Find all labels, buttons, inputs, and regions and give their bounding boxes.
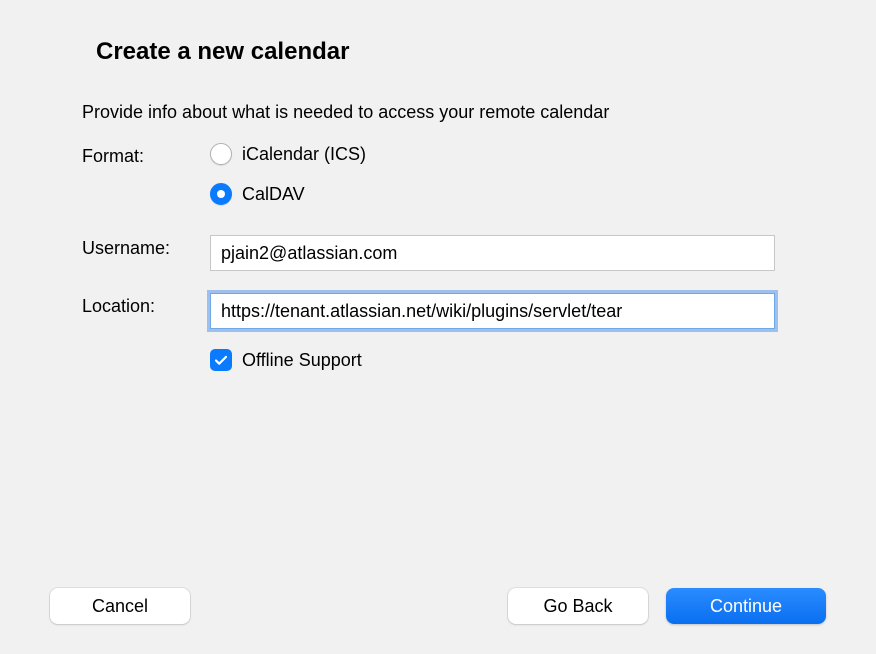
continue-button[interactable]: Continue — [666, 588, 826, 624]
username-input[interactable] — [210, 235, 775, 271]
format-label: Format: — [60, 143, 210, 167]
dialog-subtitle: Provide info about what is needed to acc… — [82, 102, 816, 123]
go-back-button[interactable]: Go Back — [508, 588, 648, 624]
offline-support-checkbox[interactable]: Offline Support — [210, 349, 775, 371]
offline-support-label: Offline Support — [242, 350, 362, 371]
radio-icalendar[interactable]: iCalendar (ICS) — [210, 143, 775, 165]
radio-caldav-label: CalDAV — [242, 184, 305, 205]
location-input[interactable] — [210, 293, 775, 329]
dialog-title: Create a new calendar — [96, 38, 816, 66]
location-label: Location: — [60, 293, 210, 317]
radio-checked-icon — [210, 183, 232, 205]
checkbox-checked-icon — [210, 349, 232, 371]
username-label: Username: — [60, 235, 210, 259]
radio-icalendar-label: iCalendar (ICS) — [242, 144, 366, 165]
radio-unchecked-icon — [210, 143, 232, 165]
radio-caldav[interactable]: CalDAV — [210, 183, 775, 205]
cancel-button[interactable]: Cancel — [50, 588, 190, 624]
